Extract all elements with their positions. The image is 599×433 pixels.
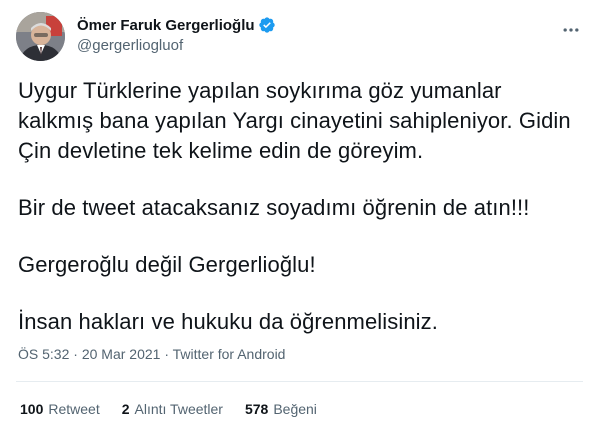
retweets-stat[interactable]: 100 Retweet <box>20 401 100 417</box>
more-horizontal-icon <box>563 28 579 32</box>
tweet-paragraph: İnsan hakları ve hukuku da öğrenmelisini… <box>18 309 438 334</box>
retweets-count: 100 <box>20 401 44 417</box>
tweet-card: Ömer Faruk Gergerlioğlu @gergerliogluof … <box>0 0 599 433</box>
tweet-paragraph: Bir de tweet atacaksanız soyadımı öğreni… <box>18 195 530 220</box>
author-handle[interactable]: @gergerliogluof <box>77 37 276 54</box>
tweet-date[interactable]: 20 Mar 2021 <box>82 346 161 362</box>
display-name-row: Ömer Faruk Gergerlioğlu <box>77 15 276 35</box>
quotes-stat[interactable]: 2 Alıntı Tweetler <box>122 401 223 417</box>
more-options-button[interactable] <box>559 18 583 42</box>
tweet-stats: 100 Retweet 2 Alıntı Tweetler 578 Beğeni <box>20 401 339 417</box>
avatar-image <box>16 12 65 61</box>
likes-count: 578 <box>244 401 269 417</box>
likes-label: Beğeni <box>273 401 317 417</box>
tweet-header: Ömer Faruk Gergerlioğlu @gergerliogluof <box>16 12 583 62</box>
tweet-meta: ÖS 5:32 · 20 Mar 2021 · Twitter for Andr… <box>18 346 285 362</box>
tweet-source[interactable]: Twitter for Android <box>173 346 286 362</box>
quotes-count: 2 <box>121 401 130 417</box>
divider <box>16 381 583 382</box>
retweets-label: Retweet <box>48 401 100 417</box>
avatar[interactable] <box>16 12 65 61</box>
quotes-label: Alıntı Tweetler <box>134 401 223 417</box>
tweet-time[interactable]: ÖS 5:32 <box>18 346 69 362</box>
verified-badge-icon <box>258 16 276 34</box>
likes-stat[interactable]: 578 Beğeni <box>245 401 317 417</box>
display-name[interactable]: Ömer Faruk Gergerlioğlu <box>77 17 255 34</box>
tweet-paragraph: Uygur Türklerine yapılan soykırıma göz y… <box>18 78 571 163</box>
tweet-text: Uygur Türklerine yapılan soykırıma göz y… <box>18 76 583 337</box>
author-names: Ömer Faruk Gergerlioğlu @gergerliogluof <box>77 15 276 54</box>
tweet-paragraph: Gergeroğlu değil Gergerlioğlu! <box>18 252 316 277</box>
